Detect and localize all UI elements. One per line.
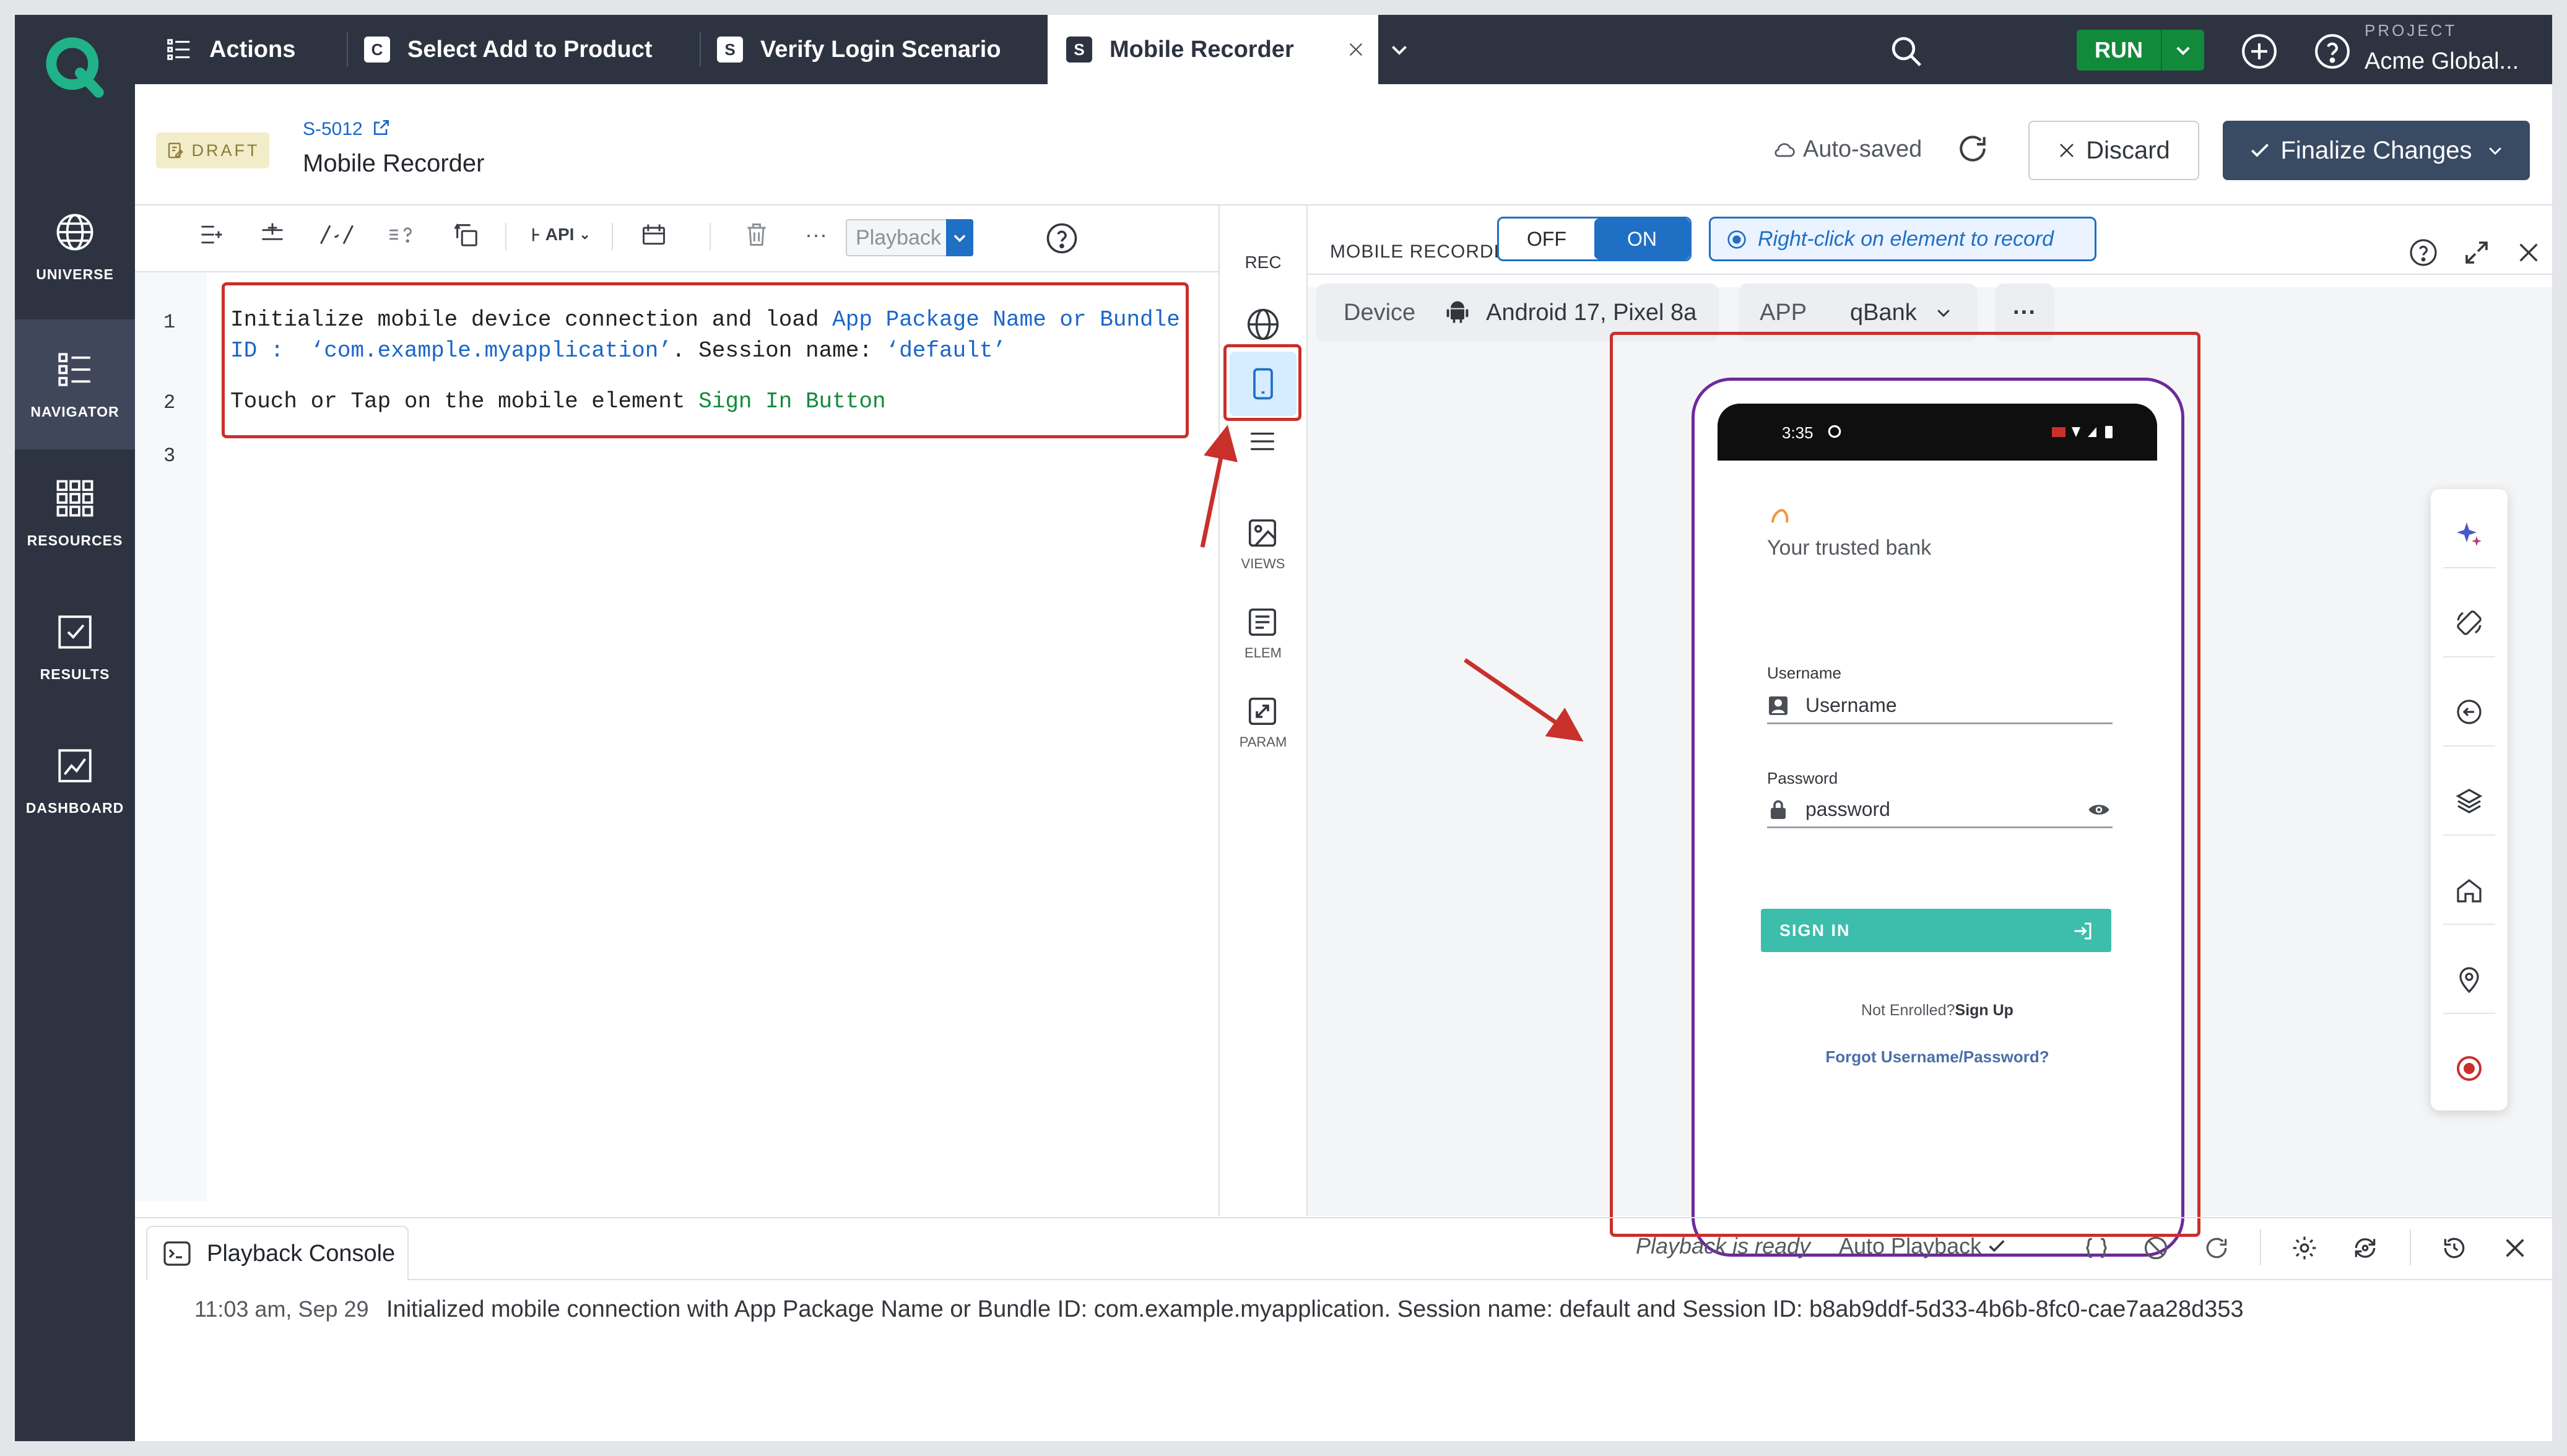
annotation-arrows — [1200, 425, 1584, 742]
arrow-to-mobile-button — [1200, 425, 1238, 548]
arrow-to-device-screen — [1464, 658, 1584, 742]
app-window: UNIVERSE NAVIGATOR RESOURCES RESULTS DAS… — [15, 15, 2552, 1441]
